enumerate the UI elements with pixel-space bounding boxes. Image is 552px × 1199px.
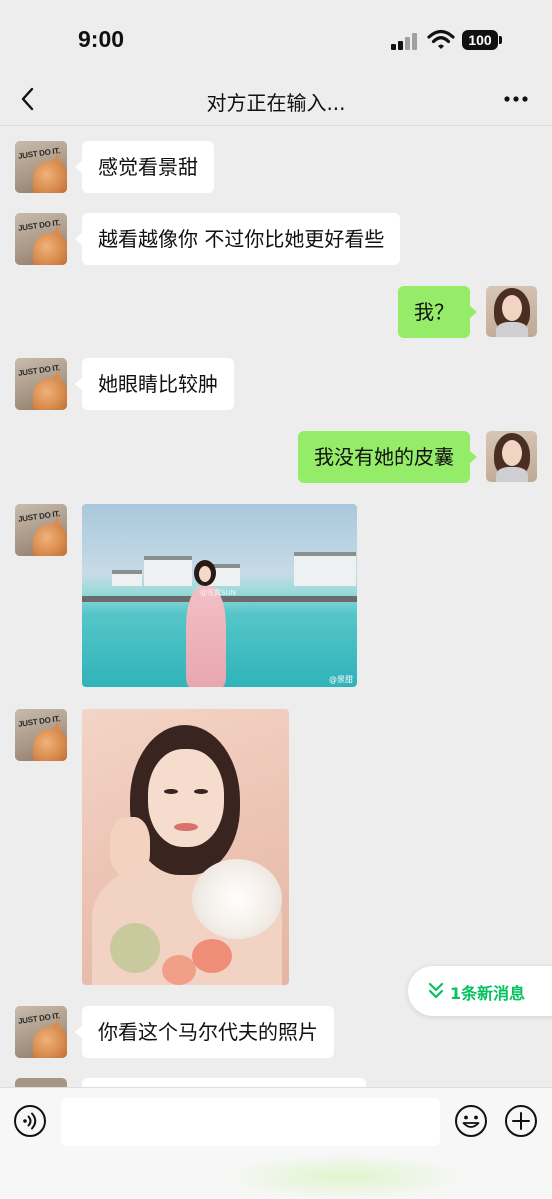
chat-header: 对方正在输入... [0, 80, 552, 126]
new-messages-label: 1条新消息 [450, 984, 526, 1003]
my-avatar[interactable] [486, 286, 537, 337]
chat-title: 对方正在输入... [206, 91, 346, 115]
cellular-signal-icon [391, 32, 419, 50]
home-indicator-glow [220, 1154, 470, 1199]
my-avatar[interactable] [486, 431, 537, 482]
image-overlay-text: @写真SUN [200, 589, 236, 597]
image-message-portrait[interactable] [82, 709, 289, 985]
battery-nub [499, 36, 502, 44]
contact-avatar[interactable]: JUST DO IT. [15, 1006, 67, 1058]
incoming-message-bubble[interactable]: 越看越像你 不过你比她更好看些 [74, 213, 401, 265]
outgoing-message-bubble[interactable]: 我？ [398, 286, 477, 338]
contact-avatar[interactable]: JUST DO IT. [15, 504, 67, 556]
voice-icon[interactable] [13, 1104, 47, 1138]
outgoing-message-bubble[interactable]: 我没有她的皮囊 [298, 431, 477, 483]
emoji-icon[interactable] [454, 1104, 488, 1138]
wifi-icon [427, 29, 455, 49]
incoming-message-bubble[interactable]: 你看这个马尔代夫的照片 [75, 1006, 334, 1058]
image-watermark: @景甜 [329, 675, 353, 684]
more-dots-icon[interactable] [498, 84, 534, 114]
double-chevron-down-icon [428, 982, 444, 999]
status-bar: 9:00 100 [0, 0, 552, 80]
input-toolbar [0, 1087, 552, 1199]
incoming-message-bubble[interactable]: 她眼睛比较肿 [75, 358, 234, 410]
image-message-sea-villa[interactable]: @写真SUN @景甜 [82, 504, 357, 687]
message-list[interactable]: JUST DO IT. 感觉看景甜 JUST DO IT. 越看越像你 不过你比… [0, 127, 552, 1087]
battery-indicator: 100 [462, 30, 498, 50]
new-messages-button[interactable]: 1条新消息 [408, 966, 552, 1016]
contact-avatar[interactable]: JUST DO IT. [15, 141, 67, 193]
incoming-message-bubble[interactable]: 感觉看景甜 [75, 141, 214, 193]
contact-avatar[interactable]: JUST DO IT. [15, 213, 67, 265]
contact-avatar[interactable]: JUST DO IT. [15, 709, 67, 761]
message-input[interactable] [61, 1098, 440, 1146]
plus-icon[interactable] [504, 1104, 538, 1138]
contact-avatar[interactable]: JUST DO IT. [15, 358, 67, 410]
status-time: 9:00 [78, 26, 125, 52]
